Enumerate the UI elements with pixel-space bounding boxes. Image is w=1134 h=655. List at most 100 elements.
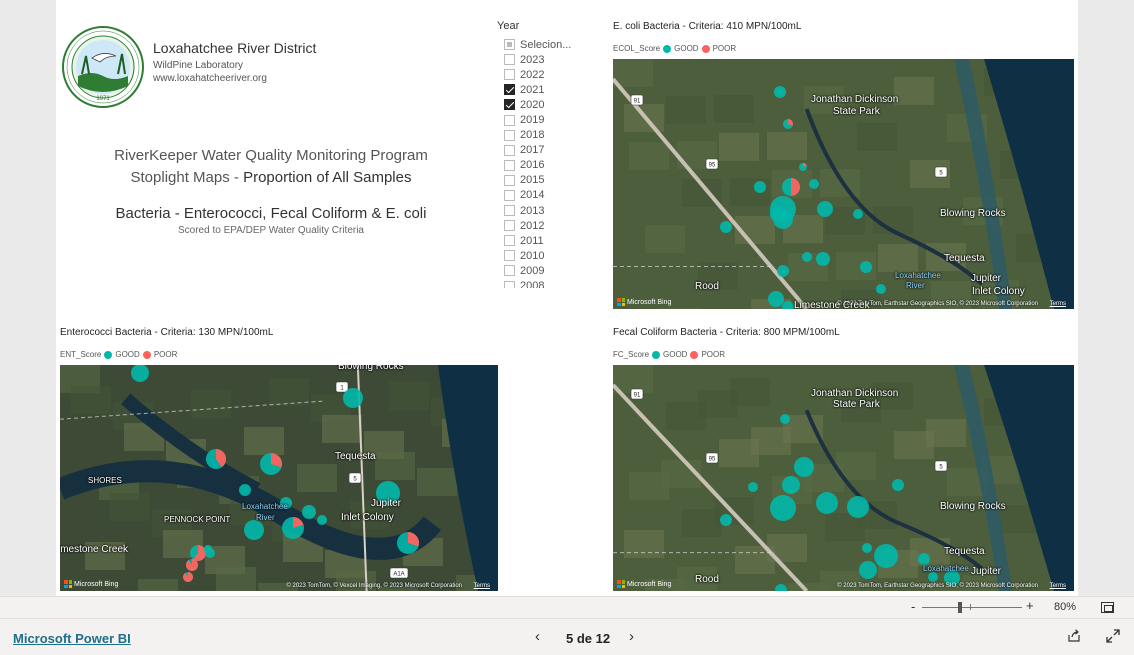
- legend-poor: POOR: [712, 44, 737, 53]
- bing-label: Microsoft Bing: [627, 298, 672, 306]
- fc-map[interactable]: 91 95 5 © 2023 TomTom, Earthstar Geographic…: [613, 365, 1074, 591]
- legend-poor: POOR: [153, 350, 178, 359]
- share-icon[interactable]: [1067, 629, 1081, 643]
- map-place-label: State Park: [833, 399, 880, 410]
- website-link[interactable]: www.loxahatcheeriver.org: [153, 72, 316, 85]
- prev-page-button[interactable]: ‹: [535, 628, 540, 645]
- ecoli-legend: ECOL_Score GOOD POOR: [613, 44, 736, 53]
- map-place-label: Rood: [695, 281, 719, 292]
- legend-poor: POOR: [701, 350, 726, 359]
- fullscreen-icon[interactable]: [1106, 629, 1120, 643]
- map-place-label: SHORES: [88, 476, 122, 485]
- report-canvas: 1971 Loxahatchee River District WildPine…: [56, 0, 1078, 596]
- svg-text:91: 91: [634, 393, 641, 399]
- ent-map[interactable]: 1 5 A1A © 2023 TomTom, © Vexcel Imaging, © …: [60, 365, 498, 591]
- map-place-label: Tequesta: [944, 546, 985, 557]
- fit-to-page-icon[interactable]: [1101, 602, 1114, 613]
- district-logo: 1971: [62, 26, 144, 108]
- program-subtitle: Stoplight Maps - Proportion of All Sampl…: [56, 169, 486, 186]
- report-stage: 1971 Loxahatchee River District WildPine…: [0, 0, 1134, 596]
- good-dot-icon: [652, 350, 661, 359]
- ent-map-title: Enterococci Bacteria - Criteria: 130 MPN…: [60, 327, 274, 338]
- map-place-label: Blowing Rocks: [338, 365, 404, 372]
- map-place-label: Jupiter: [971, 566, 1002, 577]
- good-dot-icon: [104, 350, 113, 359]
- map-place-label: Loxahatchee: [242, 502, 288, 511]
- microsoft-logo-icon: [617, 298, 625, 306]
- svg-text:95: 95: [709, 163, 716, 169]
- fc-legend: FC_Score GOOD POOR: [613, 350, 725, 359]
- ent-legend: ENT_Score GOOD POOR: [60, 350, 177, 359]
- poor-dot-icon: [142, 350, 151, 359]
- zoom-level: 80%: [1054, 601, 1077, 613]
- poor-dot-icon: [690, 350, 699, 359]
- map-place-label: Blowing Rocks: [940, 501, 1006, 512]
- svg-text:91: 91: [634, 99, 641, 105]
- map-place-label: Jonathan Dickinson: [811, 94, 899, 105]
- zoom-in-button[interactable]: +: [1026, 598, 1034, 613]
- zoom-slider-track[interactable]: [922, 607, 1022, 608]
- map-place-label: Jonathan Dickinson: [811, 388, 899, 399]
- svg-text:95: 95: [709, 457, 716, 463]
- map-place-label: River: [906, 281, 925, 290]
- bing-attribution: Microsoft Bing: [617, 298, 671, 306]
- map-place-label: Rood: [695, 574, 719, 585]
- bing-attribution: Microsoft Bing: [617, 580, 671, 588]
- terms-link[interactable]: Terms: [1050, 301, 1066, 307]
- terms-link[interactable]: Terms: [474, 583, 490, 589]
- svg-text:1971: 1971: [96, 96, 110, 102]
- zoom-slider-thumb[interactable]: [958, 602, 962, 613]
- good-dot-icon: [663, 44, 672, 53]
- map-place-label: Loxahatchee: [895, 271, 941, 280]
- microsoft-logo-icon: [617, 580, 625, 588]
- legend-field: ENT_Score: [60, 350, 102, 359]
- map-place-label: Inlet Colony: [972, 286, 1025, 297]
- map-place-label: Jupiter: [971, 273, 1002, 284]
- bing-label: Microsoft Bing: [74, 580, 119, 588]
- org-block: Loxahatchee River District WildPine Labo…: [153, 40, 316, 85]
- legend-field: FC_Score: [613, 350, 650, 359]
- map-place-label: Loxahatchee: [923, 564, 969, 573]
- program-title: RiverKeeper Water Quality Monitoring Pro…: [114, 147, 428, 164]
- map-place-label: PENNOCK POINT: [164, 515, 231, 524]
- map-place-label: Jupiter: [371, 498, 402, 509]
- map-place-label: Tequesta: [944, 253, 985, 264]
- fc-map-title: Fecal Coliform Bacteria - Criteria: 800 …: [613, 327, 840, 338]
- map-place-label: State Park: [833, 106, 880, 117]
- microsoft-logo-icon: [64, 580, 72, 588]
- poor-dot-icon: [701, 44, 710, 53]
- map-place-label: Tequesta: [335, 451, 376, 462]
- map-place-label: Limestone Creek: [794, 300, 870, 309]
- zoom-slider-tick: [970, 604, 971, 610]
- next-page-button[interactable]: ›: [629, 628, 634, 645]
- page-indicator: 5 de 12: [566, 631, 611, 646]
- lab-name: WildPine Laboratory: [153, 60, 244, 71]
- ecoli-map[interactable]: 91 95 5 © 2023 TomTom, Earthstar Geographic…: [613, 59, 1074, 309]
- map-attribution: © 2023 TomTom, Earthstar Geographics SIO…: [837, 583, 1038, 589]
- legend-good: GOOD: [663, 350, 688, 359]
- legend-field: ECOL_Score: [613, 44, 661, 53]
- legend-good: GOOD: [674, 44, 699, 53]
- map-place-label: Inlet Colony: [341, 512, 394, 523]
- zoom-bar: - + 80%: [0, 596, 1134, 618]
- ecoli-map-title: E. coli Bacteria - Criteria: 410 MPN/100…: [613, 21, 802, 32]
- zoom-out-button[interactable]: -: [911, 599, 915, 614]
- svg-text:A1A: A1A: [393, 572, 404, 578]
- footer-bar: Microsoft Power BI ‹ 5 de 12 ›: [0, 618, 1134, 655]
- map-place-label: River: [256, 513, 275, 522]
- legend-good: GOOD: [115, 350, 140, 359]
- map-place-label: imestone Creek: [60, 544, 129, 555]
- slicer-scrollbar[interactable]: [497, 20, 629, 288]
- bacteria-heading: Bacteria - Enterococci, Fecal Coliform &…: [115, 205, 427, 222]
- program-subtitle-a: Stoplight Maps -: [130, 169, 244, 186]
- power-bi-link[interactable]: Microsoft Power BI: [13, 631, 131, 646]
- criteria-note: Scored to EPA/DEP Water Quality Criteria: [178, 225, 364, 236]
- satellite-map: 15A1A: [60, 365, 498, 591]
- bing-label: Microsoft Bing: [627, 580, 672, 588]
- org-name: Loxahatchee River District: [153, 40, 317, 56]
- bing-attribution: Microsoft Bing: [64, 580, 118, 588]
- map-place-label: Blowing Rocks: [940, 208, 1006, 219]
- program-subtitle-b: Proportion of All Samples: [243, 169, 412, 186]
- terms-link[interactable]: Terms: [1050, 583, 1066, 589]
- map-attribution: © 2023 TomTom, © Vexcel Imaging, © 2023 …: [286, 583, 462, 589]
